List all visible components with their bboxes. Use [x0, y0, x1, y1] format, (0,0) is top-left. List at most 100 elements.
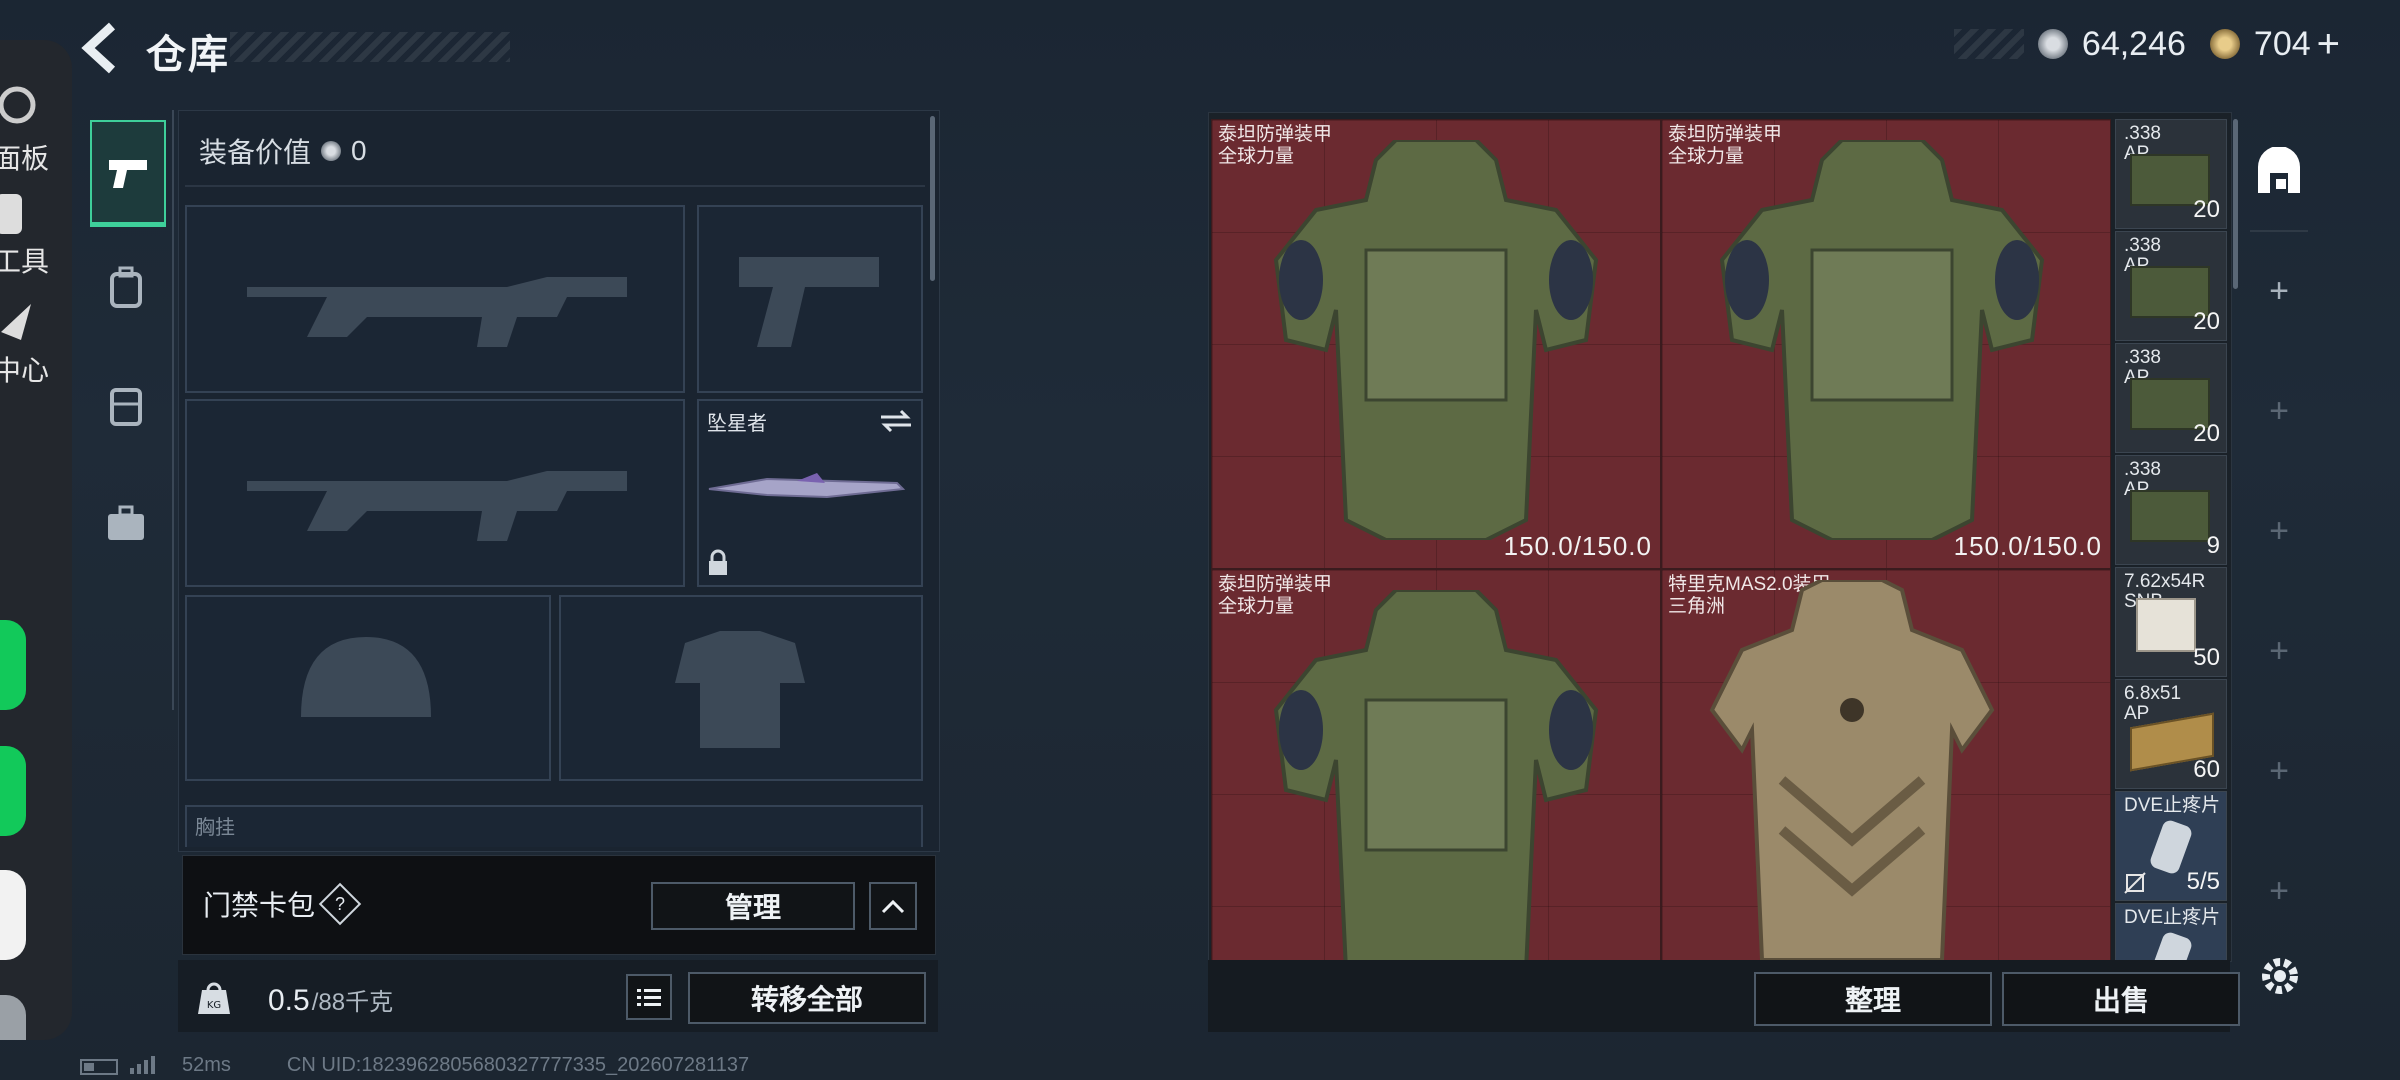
stash-page-main[interactable] — [2248, 132, 2310, 212]
ammo-box-icon — [2130, 490, 2210, 542]
tab-case[interactable] — [90, 474, 162, 574]
stash-item-ammo[interactable]: 7.62x54RSNB 50 — [2115, 567, 2227, 677]
weight-readout: 0.5 /88千克 — [268, 984, 394, 1017]
no-use-icon — [2124, 872, 2146, 894]
manage-button[interactable]: 管理 — [651, 882, 855, 930]
chat-app-icon[interactable] — [0, 620, 26, 710]
rig-icon — [110, 388, 142, 426]
category-bar — [80, 110, 174, 710]
stash-item-armor[interactable]: 泰坦防弹装甲 全球力量 150.0/150.0 — [1211, 119, 1661, 569]
svg-text:KG: KG — [207, 1000, 221, 1011]
knife-icon — [708, 473, 906, 499]
phone-dock: 面板 工具 中心 — [0, 40, 72, 1040]
app-icon-2[interactable] — [0, 995, 26, 1040]
primary-weapon-slot[interactable] — [185, 205, 685, 393]
add-page-button[interactable]: + — [2240, 512, 2318, 551]
dial-icon — [0, 86, 36, 124]
backpack-icon — [110, 266, 142, 308]
weight-bar: KG 0.5 /88千克 转移全部 — [178, 960, 938, 1032]
loadout-scrollbar[interactable] — [930, 116, 935, 281]
stash-item-painkiller[interactable]: DVE止疼片 5/5 — [2115, 791, 2227, 901]
helmet-silhouette-icon — [301, 637, 431, 717]
transfer-all-button[interactable]: 转移全部 — [688, 972, 926, 1024]
tab-weapons[interactable] — [90, 120, 166, 227]
chest-rig-slot[interactable]: 胸挂 — [185, 805, 923, 847]
gold-amount: 704 — [2253, 24, 2311, 63]
briefcase-icon — [108, 505, 144, 540]
gold-coin-icon — [2209, 29, 2240, 59]
stash-item-ammo[interactable]: .338AP 20 — [2115, 231, 2227, 341]
armor-vest-icon — [1273, 140, 1599, 540]
stash-item-armor[interactable]: 泰坦防弹装甲 全球力量 — [1211, 569, 1661, 963]
stash-item-armor[interactable]: 特里克MAS2.0装甲 三角洲 — [1661, 569, 2111, 963]
stash-item-ammo[interactable]: .338AP 20 — [2115, 119, 2227, 229]
secondary-weapon-slot[interactable] — [185, 399, 685, 587]
silver-amount: 64,246 — [2081, 24, 2186, 63]
add-page-button[interactable]: + — [2240, 632, 2318, 671]
ammo-box-icon — [2136, 598, 2196, 652]
lock-icon — [709, 549, 727, 575]
helmet-slot[interactable] — [185, 595, 551, 781]
melee-name: 坠星者 — [707, 413, 767, 435]
status-bar: 52ms CN UID:1823962805680327777335_20260… — [80, 1054, 749, 1077]
tab-rig[interactable] — [90, 356, 162, 456]
keycard-label-group: 门禁卡包 ? — [203, 882, 362, 926]
silver-coin-icon — [321, 141, 342, 161]
armor-vest-icon — [1719, 140, 2045, 540]
stash-action-bar: 整理 出售 — [1208, 960, 2240, 1032]
stash-item-ammo[interactable]: .338AP 9 — [2115, 455, 2227, 565]
collapse-button[interactable] — [869, 882, 917, 930]
help-icon[interactable]: ? — [318, 882, 362, 926]
stash-item-painkiller[interactable]: DVE止疼片 — [2115, 903, 2227, 961]
chevron-up-icon — [881, 899, 905, 914]
currency-stripe — [1953, 29, 2024, 59]
page-title: 仓库 — [146, 33, 230, 77]
stash-grid: 泰坦防弹装甲 全球力量 150.0/150.0 泰坦防弹装甲 全球力量 150.0/… — [1211, 119, 2229, 967]
add-page-button[interactable]: + — [2240, 872, 2318, 911]
tool-icon — [0, 194, 22, 234]
silver-coin-icon — [2037, 29, 2068, 59]
stash-item-armor[interactable]: 泰坦防弹装甲 全球力量 150.0/150.0 — [1661, 119, 2111, 569]
back-icon[interactable] — [78, 20, 126, 76]
keycard-pack-row: 门禁卡包 ? 管理 — [182, 855, 936, 955]
pistol-icon — [109, 160, 147, 188]
add-page-button[interactable]: + — [2240, 392, 2318, 431]
stash-page-rail: + + + + + + — [2240, 112, 2318, 1032]
pistol-silhouette-icon — [739, 257, 879, 347]
warehouse-icon — [2258, 147, 2300, 193]
divider — [2250, 230, 2308, 232]
stash-panel: 泰坦防弹装甲 全球力量 150.0/150.0 泰坦防弹装甲 全球力量 150.0/… — [1208, 112, 2238, 963]
list-view-button[interactable] — [626, 974, 672, 1020]
weight-icon: KG — [198, 982, 230, 1014]
equip-value: 装备价值 0 — [199, 135, 367, 168]
dock-item-panel[interactable]: 面板 — [0, 80, 72, 177]
stash-item-ammo[interactable]: 6.8x51 AP 60 — [2115, 679, 2227, 789]
armor-silhouette-icon — [675, 631, 805, 748]
ping-readout: 52ms — [182, 1054, 231, 1076]
loadout-panel: 装备价值 0 坠星者 胸挂 — [178, 110, 940, 852]
sell-button[interactable]: 出售 — [2002, 972, 2240, 1026]
tab-backpack[interactable] — [90, 238, 162, 338]
app-icon[interactable] — [0, 870, 26, 960]
add-page-button[interactable]: + — [2240, 272, 2318, 311]
chat-app-icon-2[interactable] — [0, 746, 26, 836]
stash-item-ammo[interactable]: .338AP 20 — [2115, 343, 2227, 453]
divider — [185, 185, 925, 187]
dock-item-center[interactable]: 中心 — [0, 302, 72, 389]
organize-button[interactable]: 整理 — [1754, 972, 1992, 1026]
pistol-slot[interactable] — [697, 205, 923, 393]
rifle-silhouette-icon — [247, 277, 627, 347]
currency-bar: 64,246 704 + — [1953, 22, 2340, 67]
armor-vest-tan-icon — [1709, 580, 1995, 962]
swap-icon[interactable] — [879, 409, 913, 433]
add-currency-icon[interactable]: + — [2317, 22, 2340, 67]
stash-scrollbar[interactable] — [2233, 119, 2238, 289]
send-icon — [1, 304, 31, 340]
gear-icon[interactable] — [2258, 954, 2302, 998]
user-uid: CN UID:1823962805680327777335_2026072811… — [286, 1054, 750, 1076]
list-icon — [637, 989, 661, 1006]
add-page-button[interactable]: + — [2240, 752, 2318, 791]
armor-slot[interactable] — [559, 595, 923, 781]
dock-item-tools[interactable]: 工具 — [0, 188, 72, 280]
melee-slot[interactable]: 坠星者 — [697, 399, 923, 587]
